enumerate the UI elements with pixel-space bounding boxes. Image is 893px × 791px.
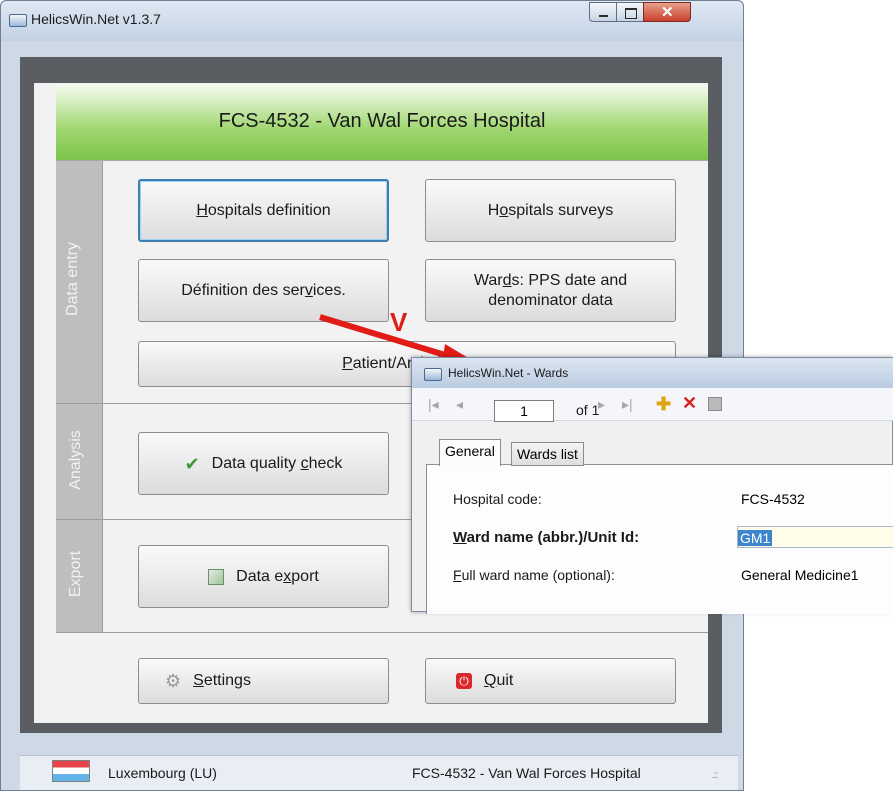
record-navigator: |◂ ◂ ▸ ▸| ✚ ✕ xyxy=(412,388,893,421)
close-button[interactable]: ✕ xyxy=(643,2,691,22)
tab-general[interactable]: General xyxy=(439,439,501,466)
settings-button[interactable]: ⚙ Settings xyxy=(138,658,389,704)
maximize-button[interactable] xyxy=(616,2,644,22)
ward-name-input[interactable]: GM1 xyxy=(737,526,893,548)
delete-icon[interactable]: ✕ xyxy=(682,393,697,414)
button-label: Définition des services. xyxy=(181,281,346,299)
title-bar[interactable]: HelicsWin.Net v1.3.7 ✕ xyxy=(1,1,743,41)
button-label: Settings xyxy=(193,672,251,689)
maximize-icon xyxy=(625,8,637,19)
section-data-entry: Data entry xyxy=(56,160,103,403)
tab-wards-list[interactable]: Wards list xyxy=(511,442,584,466)
wards-title-bar[interactable]: HelicsWin.Net - Wards xyxy=(412,358,893,388)
hospital-code-value: FCS-4532 xyxy=(741,491,805,507)
gear-icon: ⚙ xyxy=(165,671,182,691)
hospital-title: FCS-4532 - Van Wal Forces Hospital xyxy=(218,110,546,132)
ward-name-label: Ward name (abbr.)/Unit Id: xyxy=(453,529,640,546)
power-icon: ⏻ xyxy=(456,673,472,689)
hospital-header: FCS-4532 - Van Wal Forces Hospital xyxy=(56,85,708,161)
move-first-button[interactable]: |◂ xyxy=(428,396,439,413)
section-label-export: Export xyxy=(67,550,85,598)
ward-name-value: GM1 xyxy=(738,530,773,546)
wards-window-title: HelicsWin.Net - Wards xyxy=(448,366,569,380)
luxembourg-flag-icon xyxy=(52,760,90,782)
minimize-icon xyxy=(599,15,608,17)
section-analysis: Analysis xyxy=(56,404,103,519)
wards-window: HelicsWin.Net - Wards |◂ ◂ ▸ ▸| ✚ ✕ of 1… xyxy=(411,357,893,614)
full-ward-name-label: Full ward name (optional): xyxy=(453,567,615,583)
data-export-button[interactable]: Data export xyxy=(138,545,389,608)
close-icon: ✕ xyxy=(661,4,674,21)
button-label: Wards: PPS date and xyxy=(473,271,628,289)
app-icon xyxy=(9,14,27,27)
button-label: Data quality check xyxy=(211,454,343,472)
hospitals-surveys-button[interactable]: Hospitals surveys xyxy=(425,179,676,242)
hospital-code-label: Hospital code: xyxy=(453,491,542,507)
full-ward-name-field[interactable]: General Medicine1 xyxy=(737,564,893,586)
section-label-data-entry: Data entry xyxy=(63,242,81,316)
save-icon[interactable] xyxy=(708,397,722,411)
section-label-analysis: Analysis xyxy=(66,430,84,490)
position-input[interactable] xyxy=(494,400,554,422)
app-icon xyxy=(424,368,442,381)
status-country: Luxembourg (LU) xyxy=(108,765,217,781)
resize-grip[interactable]: .:: xyxy=(712,770,718,781)
button-label: Hospitals surveys xyxy=(487,201,614,219)
section-export: Export xyxy=(56,520,103,632)
page-count-label: of 1 xyxy=(576,402,600,418)
button-label-line2: denominator data xyxy=(488,291,613,309)
add-icon[interactable]: ✚ xyxy=(656,394,671,415)
window-title: HelicsWin.Net v1.3.7 xyxy=(31,11,161,27)
checkmark-icon: ✔ xyxy=(184,453,200,474)
button-label: Hospitals definition xyxy=(196,201,331,219)
hospitals-definition-button[interactable]: Hospitals definition xyxy=(138,179,389,242)
move-previous-button[interactable]: ◂ xyxy=(456,396,463,413)
arrow-shaft xyxy=(319,314,456,361)
button-label: Quit xyxy=(484,672,514,689)
export-icon xyxy=(208,568,225,585)
data-quality-check-button[interactable]: ✔ Data quality check xyxy=(138,432,389,495)
arrow-label: V xyxy=(390,307,408,337)
quit-button[interactable]: ⏻ Quit xyxy=(425,658,676,704)
button-label: Data export xyxy=(236,567,319,585)
status-hospital: FCS-4532 - Van Wal Forces Hospital xyxy=(412,765,641,781)
divider xyxy=(56,632,708,633)
move-last-button[interactable]: ▸| xyxy=(622,396,633,413)
minimize-button[interactable] xyxy=(589,2,617,22)
